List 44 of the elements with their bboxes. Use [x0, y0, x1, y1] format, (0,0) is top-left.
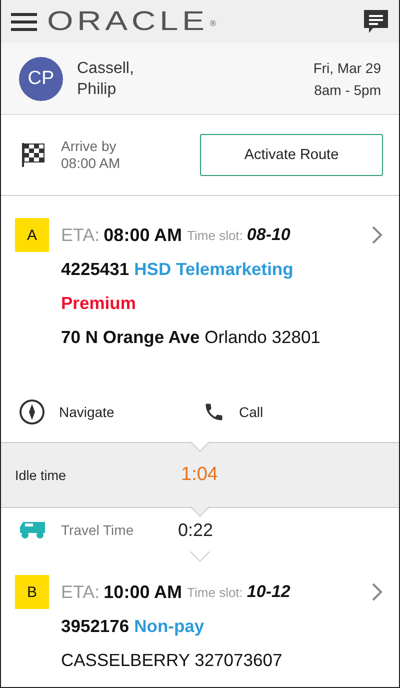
- route-letter: B: [15, 575, 49, 610]
- activate-route-button[interactable]: Activate Route: [200, 134, 383, 176]
- registered-mark: ®: [210, 19, 216, 28]
- priority: Premium: [61, 292, 136, 314]
- activity-number: 4225431: [61, 258, 130, 280]
- travel-time-value: 0:22: [178, 520, 214, 541]
- activity-number: 3952176: [61, 616, 130, 637]
- menu-button[interactable]: [11, 12, 37, 31]
- activity-type: Non-pay: [134, 616, 204, 637]
- avatar: CP: [19, 56, 63, 101]
- working-hours: 8am - 5pm: [313, 80, 381, 100]
- eta-label: ETA:: [61, 582, 100, 603]
- messages-button[interactable]: [363, 8, 389, 35]
- open-details-button[interactable]: [371, 225, 383, 246]
- compass-icon: [19, 399, 45, 426]
- user-name: Cassell,: [77, 58, 135, 79]
- eta-time: 10:00 AM: [104, 582, 182, 603]
- checkered-flag-icon: [21, 142, 45, 168]
- eta-label: ETA:: [61, 224, 100, 246]
- time-slot: 10-12: [246, 582, 290, 602]
- open-details-button[interactable]: [371, 582, 383, 602]
- arrive-by-time: 08:00 AM: [61, 155, 122, 172]
- user-name: Philip: [77, 80, 118, 100]
- chat-icon: [363, 8, 389, 35]
- arrive-by-label: Arrive by: [61, 138, 118, 156]
- van-icon: [19, 520, 47, 540]
- time-slot-label: Time slot:: [187, 228, 243, 243]
- eta-time: 08:00 AM: [104, 224, 182, 246]
- idle-time-label: Idle time: [15, 468, 68, 483]
- navigate-button[interactable]: Navigate: [15, 399, 199, 426]
- chevron-right-icon: [371, 582, 383, 602]
- time-slot: 08-10: [246, 225, 290, 246]
- menu-icon: [11, 12, 37, 31]
- address: 70 N Orange Ave Orlando 32801: [61, 326, 320, 348]
- route-date: Fri, Mar 29: [313, 58, 381, 78]
- route-letter: A: [15, 218, 49, 252]
- address: CASSELBERRY 327073607: [61, 650, 282, 671]
- idle-time-value: 1:04: [181, 464, 218, 486]
- oracle-logo: ORACLE: [47, 6, 208, 38]
- chevron-right-icon: [371, 225, 383, 246]
- call-button[interactable]: Call: [199, 401, 383, 424]
- time-slot-label: Time slot:: [187, 584, 243, 600]
- travel-time-label: Travel Time: [61, 522, 135, 538]
- activity-type: HSD Telemarketing: [134, 258, 294, 280]
